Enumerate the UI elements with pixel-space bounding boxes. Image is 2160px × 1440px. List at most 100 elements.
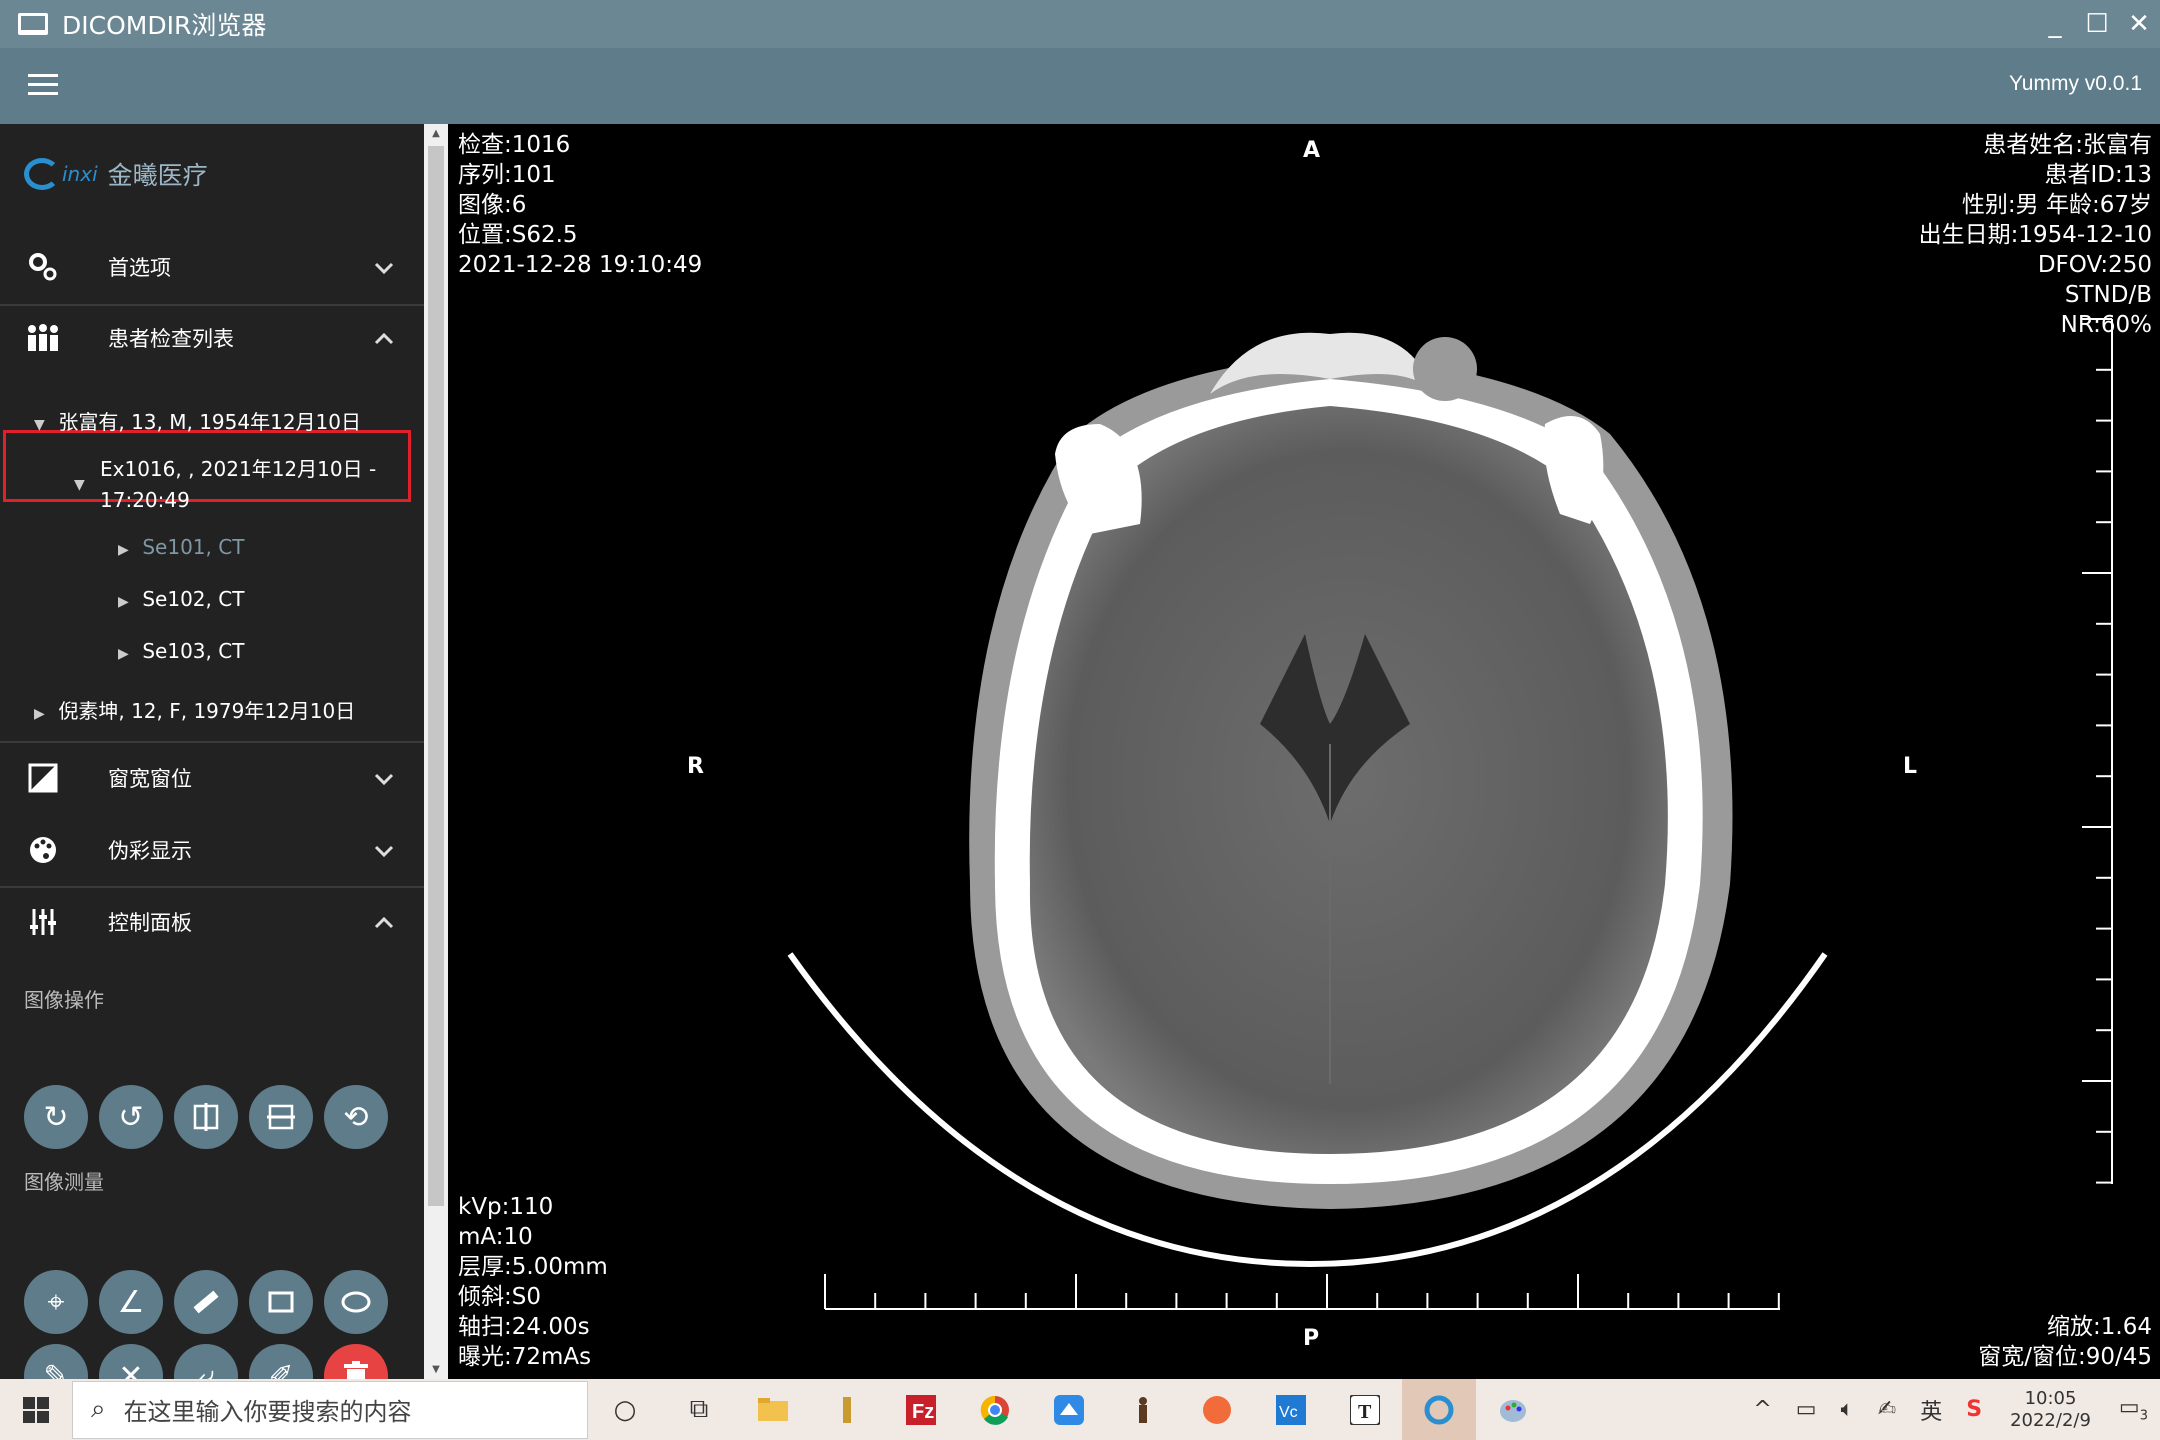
delete-measure-button[interactable]: ✕ bbox=[99, 1344, 163, 1379]
scrollbar-thumb[interactable] bbox=[428, 146, 444, 1206]
figure-app-icon[interactable] bbox=[1106, 1379, 1180, 1440]
cortana-icon[interactable]: ○ bbox=[588, 1379, 662, 1440]
chevron-down-icon bbox=[374, 255, 394, 279]
orientation-top: A bbox=[1303, 138, 1321, 163]
contrast-icon bbox=[26, 761, 60, 795]
flip-vertical-icon bbox=[267, 1104, 295, 1130]
search-icon: ⌕ bbox=[91, 1394, 106, 1424]
window-level-header[interactable]: 窗宽窗位 bbox=[0, 746, 424, 810]
flip-vertical-button[interactable] bbox=[249, 1085, 313, 1149]
file-explorer-icon[interactable] bbox=[736, 1379, 810, 1440]
ruler-button[interactable] bbox=[174, 1270, 238, 1334]
chrome-icon[interactable] bbox=[958, 1379, 1032, 1440]
divider bbox=[0, 886, 424, 888]
pseudo-color-header[interactable]: 伪彩显示 bbox=[0, 818, 424, 882]
ellipse-roi-button[interactable] bbox=[324, 1270, 388, 1334]
rotate-cw-button[interactable]: ↻ bbox=[24, 1085, 88, 1149]
vscode-icon[interactable]: Vc bbox=[1254, 1379, 1328, 1440]
chevron-up-icon bbox=[374, 326, 394, 350]
angle-button[interactable]: ∠ bbox=[99, 1270, 163, 1334]
app-bar: Yummy v0.0.1 bbox=[0, 48, 2160, 124]
arrow-annotate-button[interactable]: ⤶ bbox=[174, 1344, 238, 1379]
overlay-top-right: 患者姓名:张富有 患者ID:13 性别:男 年龄:67岁 出生日期:1954-1… bbox=[1918, 132, 2152, 338]
control-panel-header[interactable]: 控制面板 bbox=[0, 890, 424, 954]
chevron-down-icon bbox=[374, 766, 394, 790]
menu-icon[interactable] bbox=[28, 74, 58, 96]
ruler-icon bbox=[193, 1290, 219, 1314]
windows-icon bbox=[23, 1396, 49, 1423]
notification-icon[interactable]: ▭3 bbox=[2119, 1395, 2148, 1423]
caret-right-icon: ▶ bbox=[118, 646, 129, 662]
flip-horizontal-button[interactable] bbox=[174, 1085, 238, 1149]
orientation-bottom: P bbox=[1303, 1326, 1320, 1351]
typora-icon[interactable]: T bbox=[1328, 1379, 1402, 1440]
horizontal-scale-ruler bbox=[824, 1274, 1780, 1310]
orientation-right: L bbox=[1903, 754, 1918, 779]
tree-patient-2[interactable]: ▶ 倪素坤, 12, F, 1979年12月10日 bbox=[34, 695, 355, 724]
caret-right-icon: ▶ bbox=[34, 706, 45, 722]
preferences-header[interactable]: 首选项 bbox=[0, 235, 424, 299]
gears-icon bbox=[26, 250, 60, 284]
postman-icon[interactable] bbox=[1180, 1379, 1254, 1440]
arrow-annotate-icon: ⤶ bbox=[197, 1358, 215, 1380]
ellipse-icon bbox=[341, 1291, 371, 1313]
volume-icon[interactable]: 🔈︎ bbox=[1841, 1397, 1854, 1422]
scroll-up-icon[interactable]: ▲ bbox=[424, 128, 448, 139]
tree-series-3[interactable]: ▶ Se103, CT bbox=[118, 639, 244, 663]
task-view-icon[interactable]: ⧉ bbox=[662, 1379, 736, 1440]
app-icon-bottle[interactable] bbox=[810, 1379, 884, 1440]
dicom-viewport[interactable]: 检查:1016 序列:101 图像:6 位置:S62.5 2021-12-28 … bbox=[450, 124, 2160, 1379]
dicom-viewer-task-icon[interactable] bbox=[1402, 1379, 1476, 1440]
caret-down-icon: ▼ bbox=[34, 417, 45, 433]
sliders-icon bbox=[26, 905, 60, 939]
filezilla-icon[interactable]: Fz bbox=[884, 1379, 958, 1440]
trash-icon bbox=[344, 1361, 368, 1379]
tree-series-1[interactable]: ▶ Se101, CT bbox=[118, 535, 244, 559]
company-name: 金曦医疗 bbox=[107, 161, 208, 190]
pen-icon[interactable]: ✍︎ bbox=[1878, 1397, 1896, 1422]
angle-icon: ∠ bbox=[117, 1284, 145, 1320]
chevron-down-icon bbox=[374, 838, 394, 862]
taskbar-search[interactable]: ⌕ 在这里输入你要搜索的内容 bbox=[72, 1380, 588, 1439]
clear-all-button[interactable] bbox=[324, 1344, 388, 1379]
flip-horizontal-icon bbox=[193, 1103, 219, 1131]
rectangle-icon bbox=[268, 1291, 294, 1313]
overlay-bottom-left: kVp:110 mA:10 层厚:5.00mm 倾斜:S0 轴扫:24.00s … bbox=[458, 1194, 608, 1370]
caret-right-icon: ▶ bbox=[118, 594, 129, 610]
chevron-up-icon[interactable]: ^ bbox=[1753, 1397, 1771, 1422]
probe-button[interactable]: ⌖ bbox=[24, 1270, 88, 1334]
maximize-button[interactable]: ☐ bbox=[2076, 0, 2118, 48]
sogou-icon[interactable]: S bbox=[1966, 1397, 1982, 1422]
patient-list-header[interactable]: 患者检查列表 bbox=[0, 306, 424, 370]
ime-indicator[interactable]: 英 bbox=[1920, 1394, 1942, 1426]
crosshair-icon: ⌖ bbox=[47, 1284, 65, 1320]
caret-down-icon: ▼ bbox=[74, 477, 85, 493]
tree-exam-1[interactable]: ▼ Ex1016, , 2021年12月10日 - 17:20:49 bbox=[74, 454, 376, 516]
logo-mark-icon bbox=[24, 158, 60, 190]
laptop-icon bbox=[18, 13, 48, 35]
caret-right-icon: ▶ bbox=[118, 542, 129, 558]
battery-icon[interactable]: ▭ bbox=[1796, 1397, 1817, 1422]
sidebar-scrollbar[interactable]: ▲ ▼ bbox=[424, 124, 448, 1379]
pen-button[interactable]: ✐ bbox=[249, 1344, 313, 1379]
tree-series-2[interactable]: ▶ Se102, CT bbox=[118, 587, 244, 611]
reset-icon: ⟲ bbox=[343, 1099, 369, 1135]
orientation-left: R bbox=[687, 754, 704, 779]
rectangle-roi-button[interactable] bbox=[249, 1270, 313, 1334]
reset-button[interactable]: ⟲ bbox=[324, 1085, 388, 1149]
rotate-cw-icon: ↻ bbox=[43, 1099, 69, 1135]
minimize-button[interactable]: _ bbox=[2034, 0, 2076, 48]
scroll-down-icon[interactable]: ▼ bbox=[424, 1364, 448, 1375]
close-button[interactable]: ✕ bbox=[2118, 0, 2160, 48]
rotate-ccw-button[interactable]: ↺ bbox=[99, 1085, 163, 1149]
tree-patient-1[interactable]: ▼ 张富有, 13, M, 1954年12月10日 bbox=[34, 406, 361, 435]
system-clock[interactable]: 10:05 2022/2/9 bbox=[2010, 1388, 2091, 1432]
vertical-scale-ruler bbox=[2082, 318, 2113, 1184]
system-tray: ^ ▭ 🔈︎ ✍︎ 英 S 10:05 2022/2/9 ▭3 bbox=[1741, 1379, 2160, 1440]
svg-text:Fz: Fz bbox=[912, 1401, 934, 1423]
start-button[interactable] bbox=[0, 1379, 72, 1440]
freehand-button[interactable]: ✎ bbox=[24, 1344, 88, 1379]
bird-app-icon[interactable] bbox=[1032, 1379, 1106, 1440]
ct-brain-image bbox=[787, 332, 1828, 1268]
paint-icon[interactable] bbox=[1476, 1379, 1550, 1440]
